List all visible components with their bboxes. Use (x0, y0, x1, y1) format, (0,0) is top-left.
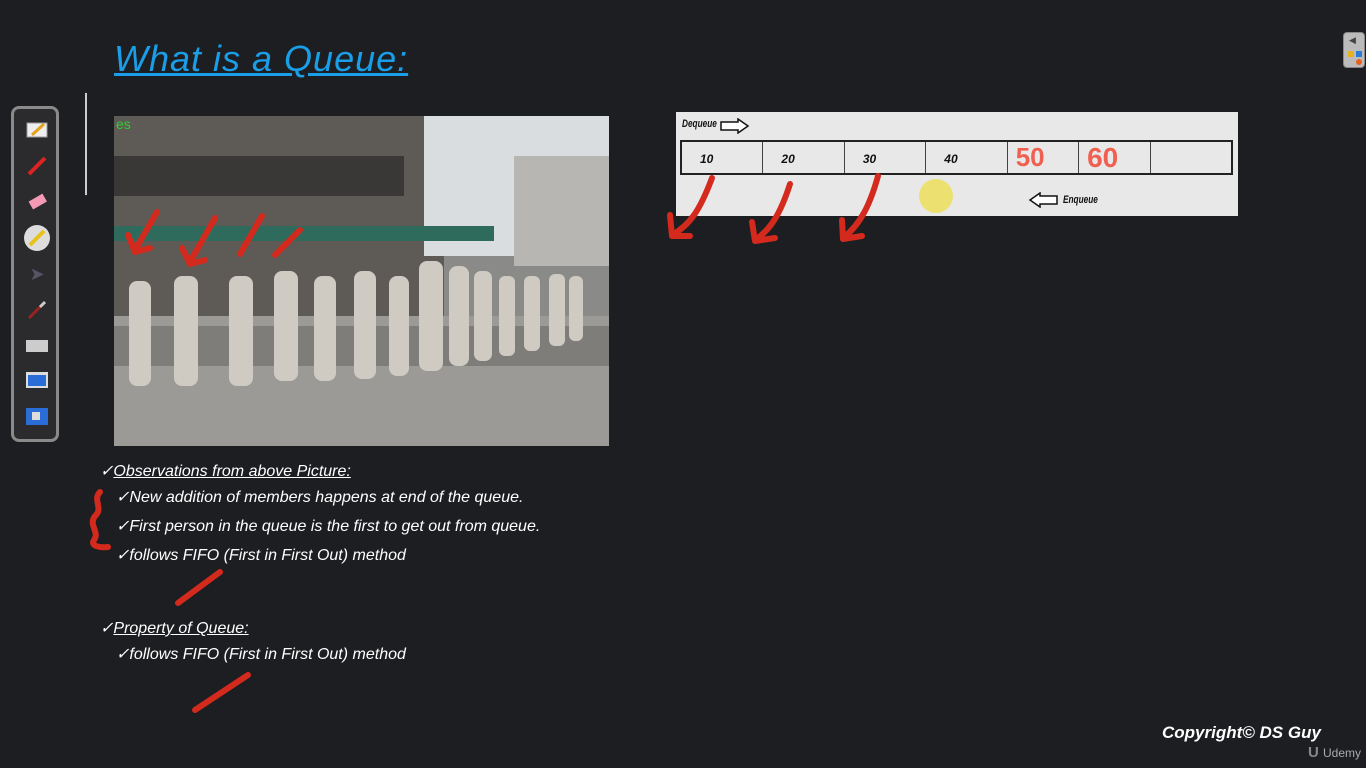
enqueue-label: Enqueue (1063, 194, 1098, 206)
item-text: First person in the queue is the first t… (129, 518, 541, 535)
item-text: follows FIFO (First in First Out) method (129, 547, 406, 564)
check-icon: ✓ (116, 489, 130, 506)
property-item: ✓follows FIFO (First in First Out) metho… (116, 644, 406, 664)
queue-cell: 10 (682, 142, 764, 173)
laser-pointer-icon[interactable] (24, 297, 50, 323)
queue-cell: 40 (926, 142, 1008, 173)
queue-cell-handwritten: 50 (1008, 142, 1080, 173)
observation-item: ✓New addition of members happens at end … (116, 487, 523, 507)
screen-capture-icon[interactable] (24, 369, 50, 395)
photo-corner-text: es (116, 116, 131, 132)
check-icon: ✓ (116, 646, 130, 663)
enqueue-arrow-icon (1028, 192, 1058, 208)
queue-cell-handwritten: 60 (1079, 142, 1151, 173)
observation-item: ✓First person in the queue is the first … (116, 516, 540, 536)
pen-icon[interactable] (24, 153, 50, 179)
highlighter-icon[interactable] (24, 225, 50, 251)
page-title: What is a Queue: (114, 38, 409, 79)
queue-cell (1151, 142, 1231, 173)
collapse-arrow-icon: ◀ (1349, 35, 1356, 45)
item-text: follows FIFO (First in First Out) method (129, 646, 406, 663)
dequeue-label: Dequeue (682, 118, 717, 130)
eraser-icon[interactable] (24, 189, 50, 215)
queue-statues-photo: es (114, 116, 609, 446)
divider (85, 93, 87, 195)
heading-text: Observations from above Picture: (113, 463, 351, 480)
highlighter-cursor (919, 179, 953, 213)
queue-cell: 20 (763, 142, 845, 173)
whiteboard-icon[interactable] (24, 117, 50, 143)
udemy-logo: U Udemy (1308, 744, 1362, 761)
brand-text: Udemy (1323, 746, 1362, 760)
check-icon: ✓ (116, 518, 130, 535)
pointer-icon[interactable]: ➤ (24, 261, 50, 287)
observation-item: ✓follows FIFO (First in First Out) metho… (116, 545, 406, 565)
app-icon (1348, 51, 1354, 57)
copyright-text: Copyright© DS Guy (1162, 723, 1321, 742)
check-icon: ✓ (100, 620, 114, 637)
desktop-icon[interactable] (24, 405, 50, 431)
property-heading: ✓Property of Queue: (100, 618, 249, 638)
dequeue-arrow-icon (720, 118, 750, 134)
heading-text: Property of Queue: (113, 620, 249, 637)
app-icon (1356, 51, 1362, 57)
keyboard-icon[interactable] (24, 333, 50, 359)
check-icon: ✓ (100, 463, 114, 480)
item-text: New addition of members happens at end o… (129, 489, 524, 506)
queue-cell: 30 (845, 142, 927, 173)
side-panel-toggle[interactable]: ◀ (1343, 32, 1365, 68)
annotation-toolbar: ➤ (11, 106, 59, 442)
queue-cells: 10 20 30 40 50 60 (680, 140, 1233, 175)
queue-diagram: Dequeue 10 20 30 40 50 60 Enqueue (676, 112, 1238, 216)
observations-heading: ✓Observations from above Picture: (100, 461, 351, 481)
check-icon: ✓ (116, 547, 130, 564)
app-icon (1356, 59, 1362, 65)
